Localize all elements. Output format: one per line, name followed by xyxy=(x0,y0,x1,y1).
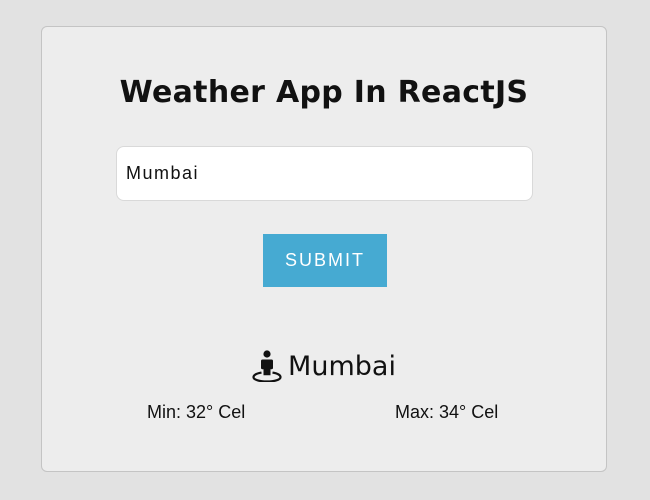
min-temperature: Min: 32° Cel xyxy=(147,402,246,422)
result-city-row: Mumbai xyxy=(42,350,606,383)
street-view-icon xyxy=(252,350,282,383)
result-city-name: Mumbai xyxy=(288,350,396,382)
city-input[interactable] xyxy=(116,146,533,201)
max-temperature: Max: 34° Cel xyxy=(395,402,499,422)
weather-card: Weather App In ReactJS SUBMIT Mumbai Min… xyxy=(41,26,607,472)
page-title: Weather App In ReactJS xyxy=(119,75,529,110)
submit-button[interactable]: SUBMIT xyxy=(263,234,387,287)
